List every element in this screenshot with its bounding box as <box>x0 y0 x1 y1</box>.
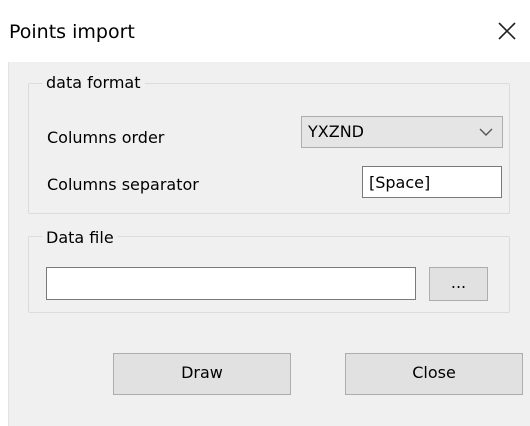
draw-button-label: Draw <box>181 363 223 382</box>
columns-order-value: YXZND <box>308 122 364 141</box>
close-button[interactable]: Close <box>345 353 523 395</box>
browse-button-label: ... <box>450 273 467 292</box>
data-file-legend: Data file <box>42 228 118 247</box>
data-format-legend: data format <box>42 73 145 92</box>
points-import-dialog: Points import data format Columns order … <box>0 0 530 426</box>
columns-separator-input[interactable] <box>362 166 502 198</box>
columns-order-label: Columns order <box>47 128 165 147</box>
columns-order-select[interactable]: YXZND <box>301 116 503 148</box>
columns-separator-label: Columns separator <box>47 175 199 194</box>
close-icon <box>498 22 516 40</box>
chevron-down-icon <box>479 128 493 136</box>
title-bar: Points import <box>0 0 530 62</box>
close-window-button[interactable] <box>494 18 520 44</box>
close-button-label: Close <box>412 363 456 382</box>
data-file-path-input[interactable] <box>46 267 416 300</box>
draw-button[interactable]: Draw <box>113 353 291 395</box>
dialog-body: data format Columns order YXZND Columns … <box>8 62 530 426</box>
window-title: Points import <box>9 21 135 43</box>
browse-button[interactable]: ... <box>429 267 488 301</box>
